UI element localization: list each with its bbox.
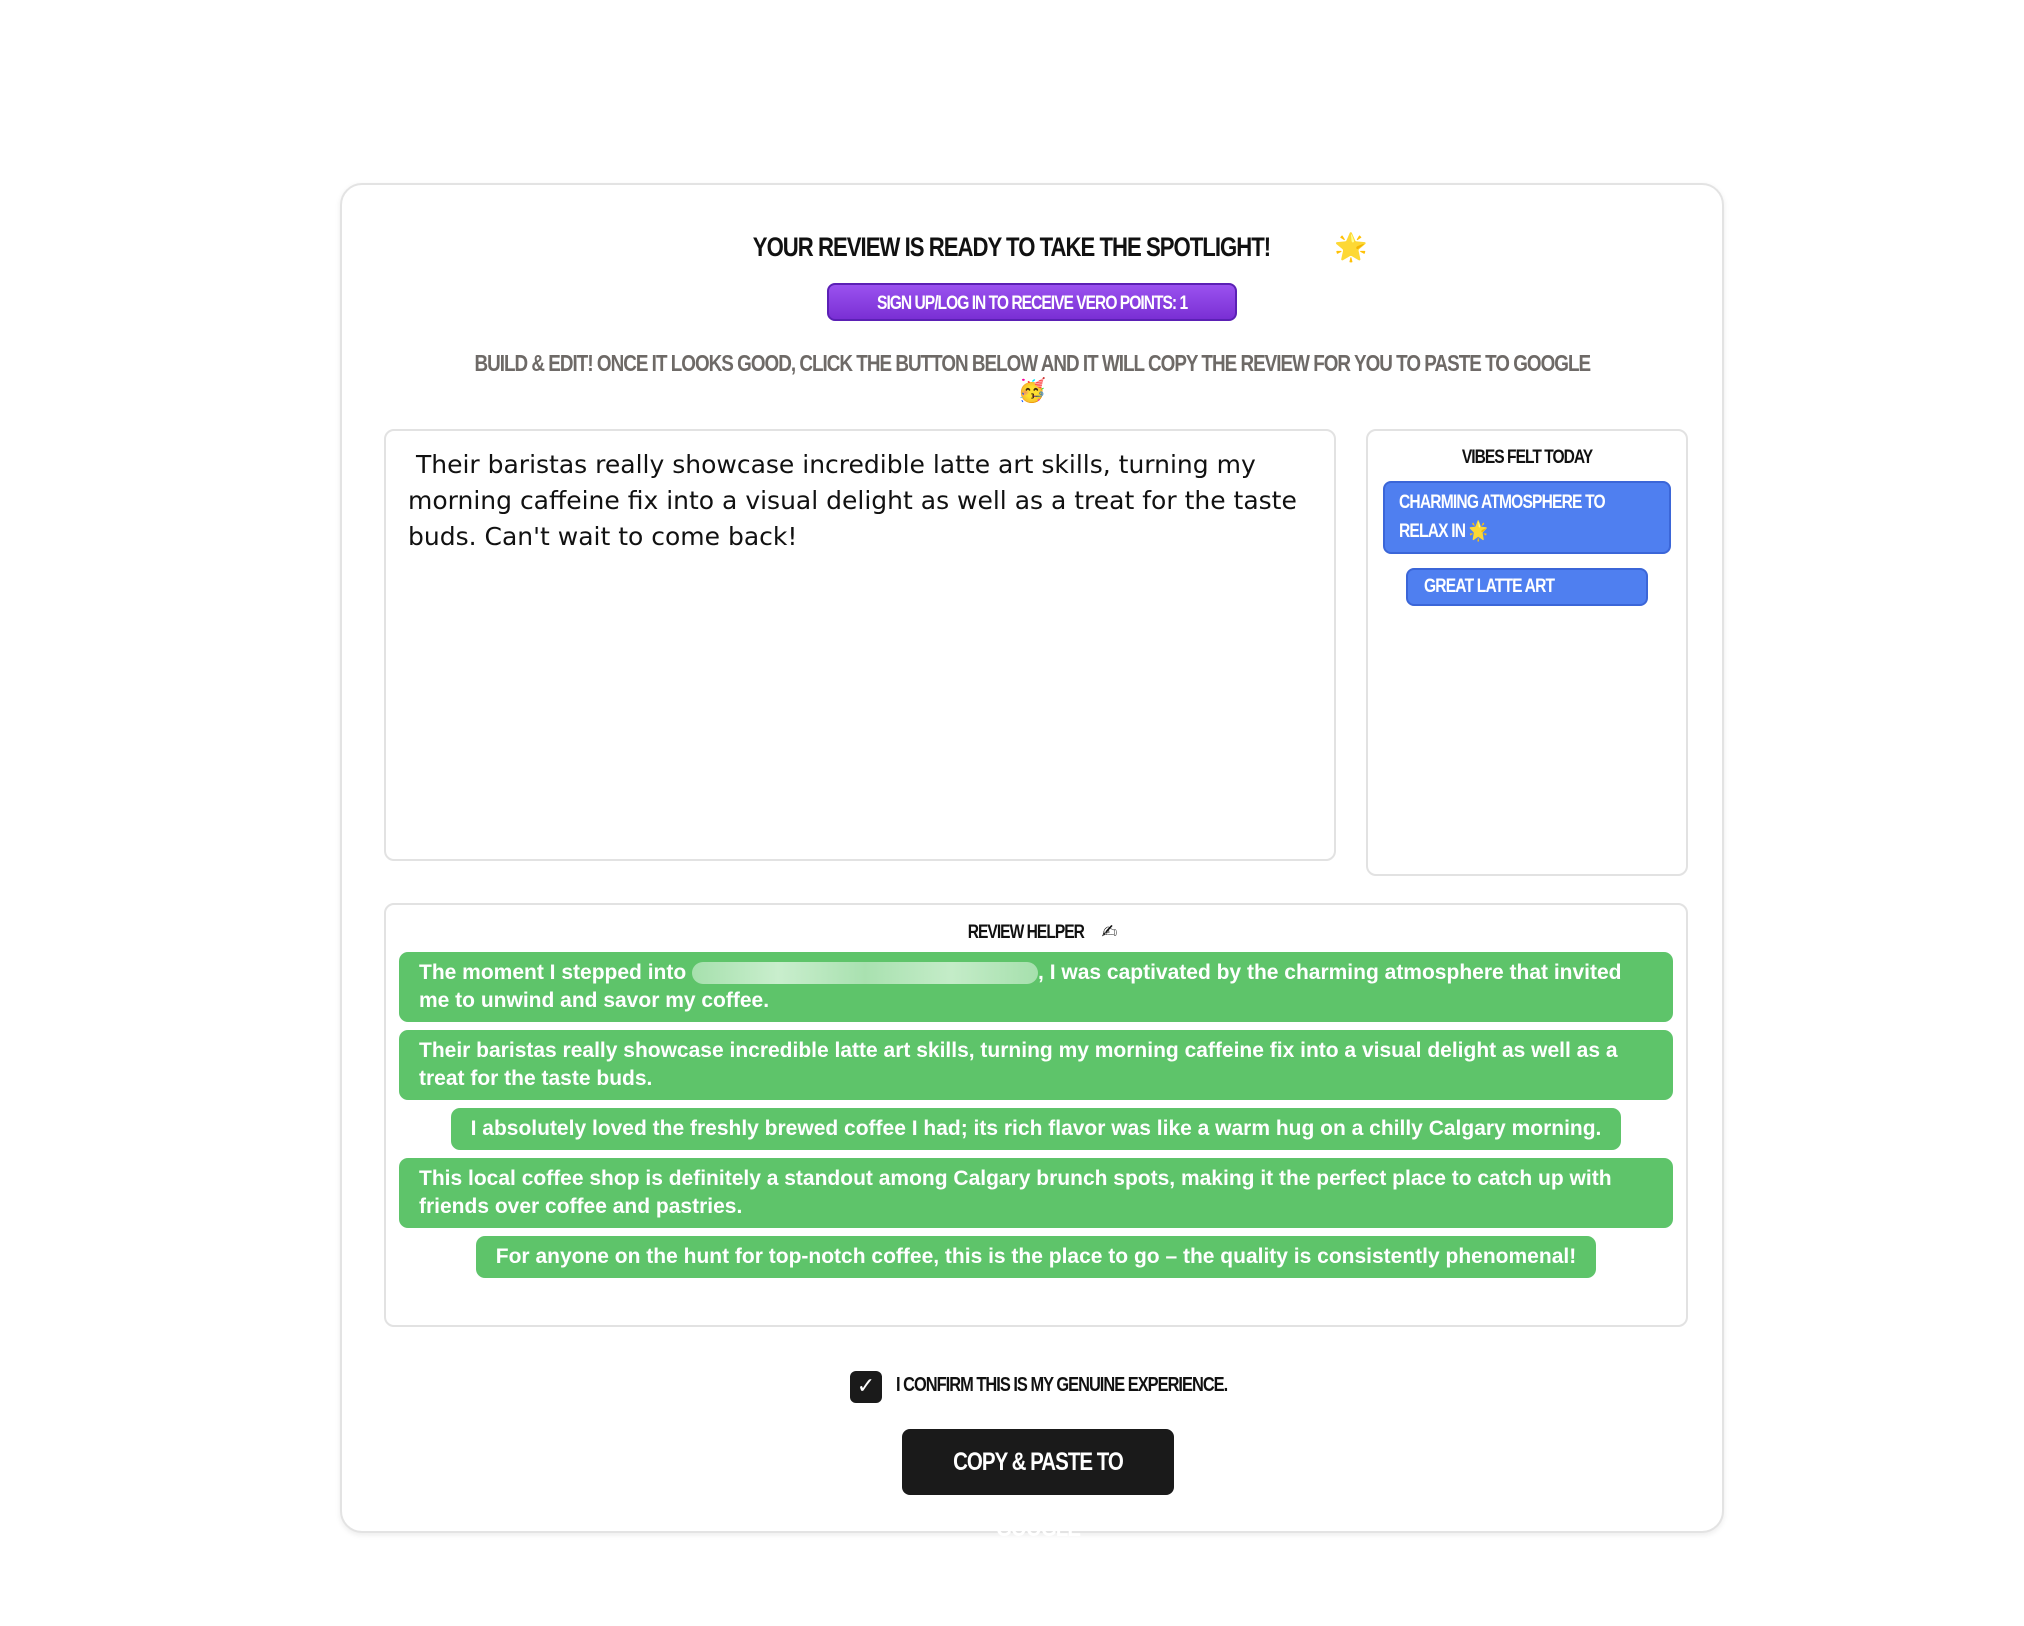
review-helper-title-text: Review helper (967, 922, 1084, 943)
review-textarea[interactable]: Their baristas really showcase incredibl… (384, 429, 1336, 861)
signup-button[interactable]: Sign up/log in to receive Vero Points: 1 (826, 283, 1238, 321)
review-helper-title: Review helper ✍ (386, 921, 1686, 944)
vibes-panel: Vibes felt today Charming atmosphere to … (1366, 429, 1688, 876)
copy-to-google-button[interactable]: Copy & Paste to Google (902, 1429, 1174, 1542)
signup-button-label: Sign up/log in to receive Vero Points: 1 (876, 293, 1188, 314)
copy-button-label: Copy & Paste to Google (953, 1448, 1124, 1542)
smiley-icon: 😊 (1477, 610, 1494, 632)
suggestion-item[interactable]: I absolutely loved the freshly brewed co… (450, 1108, 1622, 1150)
suggestion-item[interactable]: For anyone on the hunt for top-notch cof… (475, 1236, 1597, 1278)
instructions: Build & Edit! Once it looks good, click … (342, 350, 1722, 404)
vibes-title: Vibes felt today (1461, 447, 1593, 468)
vibe-chip-label: Charming atmosphere to relax in (1399, 492, 1606, 542)
star-icon: 🌟 (1468, 520, 1488, 542)
party-face-icon: 🥳 (1017, 378, 1047, 404)
page-title-text: Your review is ready to take the spotlig… (752, 232, 1271, 262)
redacted-business-name (692, 962, 1039, 985)
confirm-label: I confirm this is my genuine experience. (896, 1374, 1228, 1396)
instructions-text: Build & Edit! Once it looks good, click … (474, 350, 1591, 376)
star-icon: 🌟 (1334, 232, 1369, 263)
page-title: Your review is ready to take the spotlig… (342, 231, 1722, 263)
suggestion-item[interactable]: Their baristas really showcase incredibl… (399, 1030, 1673, 1100)
review-helper-panel: Review helper ✍ The moment I stepped int… (384, 903, 1688, 1327)
suggestion-item[interactable]: This local coffee shop is definitely a s… (399, 1158, 1673, 1228)
vibe-chip-charming-atmosphere[interactable]: Charming atmosphere to relax in 🌟 (1383, 481, 1671, 554)
vibe-chip-latte-art[interactable]: Great latte art skills 😊 (1406, 568, 1648, 632)
signup-row: Sign up/log in to receive Vero Points: 1 (342, 283, 1722, 321)
confirm-checkbox[interactable]: ✓ (850, 1371, 882, 1403)
review-card: Your review is ready to take the spotlig… (340, 183, 1724, 1542)
writing-hand-icon: ✍ (1101, 921, 1118, 943)
suggestion-text-start: The moment I stepped into (419, 961, 687, 984)
suggestion-item[interactable]: The moment I stepped into , I was captiv… (399, 952, 1673, 1022)
